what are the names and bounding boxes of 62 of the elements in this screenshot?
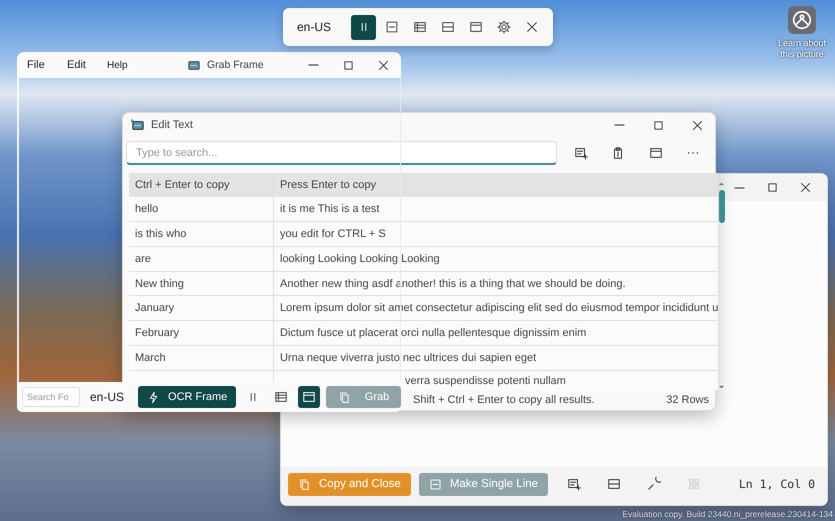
- maximize-icon: [766, 181, 778, 194]
- table-cell: New thing: [129, 272, 274, 296]
- table-cell: March: [129, 346, 274, 370]
- table-cell-text: verra suspendisse potenti nullam: [404, 374, 567, 389]
- table-cell-text: Urna neque viverra justo nec ultrices dui sapien eget: [279, 351, 538, 366]
- close-icon: [798, 181, 812, 194]
- cursor-position: Ln 1, Col 0: [738, 477, 815, 491]
- text-insert-icon: [574, 146, 588, 160]
- table-icon: [274, 390, 288, 404]
- status-hint: Shift + Ctrl + Enter to copy all results.: [413, 394, 595, 406]
- language-label[interactable]: en-US: [90, 390, 124, 404]
- split-icon: [440, 20, 455, 34]
- maximize-icon: [342, 58, 354, 72]
- search-field[interactable]: Type to search...: [126, 141, 558, 165]
- grid-icon: [687, 477, 702, 491]
- row-count: 32 Rows: [666, 394, 709, 406]
- app-icon: [187, 58, 201, 72]
- table-cell-text: it is me This is a test: [279, 202, 380, 217]
- language-label[interactable]: en-US: [297, 20, 332, 34]
- pause-button[interactable]: [351, 14, 376, 40]
- copy-icon: [298, 478, 311, 490]
- scroll-up-icon[interactable]: [718, 181, 726, 186]
- menu-item[interactable]: Edit: [67, 59, 105, 71]
- menu-item[interactable]: Help: [107, 60, 145, 70]
- table-cell: February: [129, 321, 274, 346]
- close-icon: [376, 58, 390, 72]
- minus-box-icon: [428, 478, 442, 490]
- table-cell-text: you edit for CTRL + S: [279, 226, 387, 242]
- search-field[interactable]: Search Fo: [22, 387, 80, 407]
- settings-icon: [496, 20, 511, 34]
- table-cell-text: Dictum fusce ut placerat orci nulla pellentesque dignissim enim: [279, 326, 588, 342]
- copy-icon: [338, 390, 351, 404]
- window-title: Edit Text: [151, 119, 193, 131]
- menu-item[interactable]: File: [27, 59, 65, 71]
- window-button[interactable]: [298, 386, 320, 408]
- table-cell: January: [129, 296, 274, 320]
- picture-info-icon[interactable]: [788, 6, 816, 34]
- window-icon: [302, 390, 316, 404]
- table-cell-text: Another new thing asdf another! this is a thing that we should be doing.: [279, 276, 627, 292]
- minimize-icon: [734, 186, 744, 188]
- build-text: Evaluation copy. Build 23440.ni_prerelease.230414-134: [622, 509, 833, 519]
- minus-box-icon: [384, 20, 399, 34]
- window-title: Grab Frame: [207, 59, 264, 71]
- table-icon: [412, 20, 427, 34]
- table-cell-text: Lorem ipsum dolor sit amet consectetur adipiscing elit sed do eiusmod tempor incididunt u: [279, 301, 718, 316]
- split-icon: [607, 477, 622, 491]
- window-icon: [468, 20, 483, 34]
- table-cell: are: [129, 246, 274, 271]
- minimize-icon: [308, 64, 318, 66]
- maximize-icon: [652, 118, 664, 132]
- minimize-icon: [614, 124, 624, 126]
- text-insert-icon: [567, 477, 582, 491]
- window-icon: [648, 146, 663, 160]
- table-cell: hello: [129, 196, 274, 221]
- app-icon: [131, 118, 145, 132]
- column-header[interactable]: Press Enter to copy: [274, 173, 718, 197]
- table-cell-text: looking Looking Looking Looking: [279, 252, 441, 267]
- close-icon: [524, 20, 539, 34]
- scroll-down-icon[interactable]: [718, 385, 726, 390]
- close-icon: [690, 118, 704, 132]
- ocr-frame-button[interactable]: OCR Frame: [138, 386, 236, 408]
- table-cell: is this who: [129, 222, 274, 246]
